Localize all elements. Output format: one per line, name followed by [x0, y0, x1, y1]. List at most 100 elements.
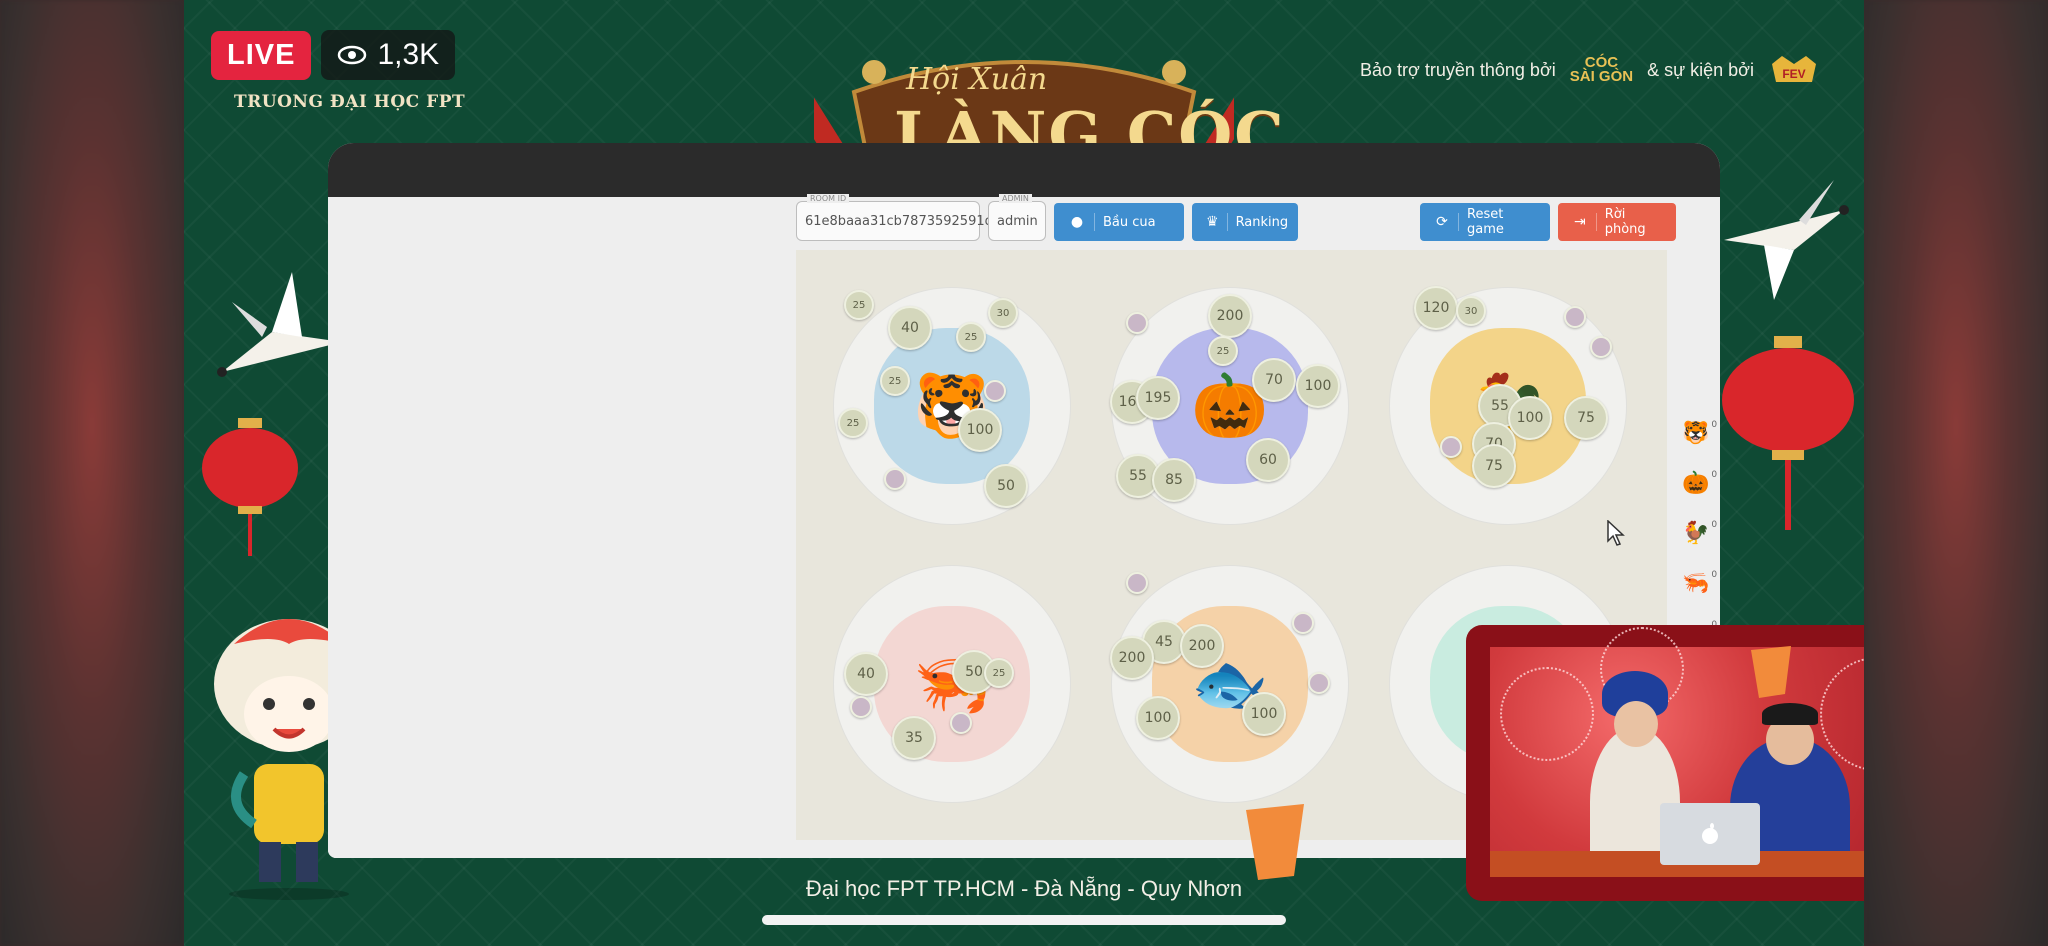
chip: 100	[1508, 396, 1552, 440]
ranking-button[interactable]: ♛ Ranking	[1192, 203, 1298, 241]
total-item-gourd: 🎃 0	[1682, 458, 1722, 508]
host-female-face	[1614, 701, 1658, 747]
right-blurred-background	[1864, 0, 2048, 946]
bau-cua-label: Bầu cua	[1103, 214, 1156, 230]
chip: 200	[1180, 624, 1224, 668]
tiger-mini-icon: 🐯	[1682, 420, 1710, 446]
chip: 25	[838, 408, 868, 438]
plate-tiger[interactable]: 🐯 25 40 30 25 25 100 25 50	[834, 288, 1070, 524]
chip: 30	[988, 298, 1018, 328]
chip: 75	[1564, 396, 1608, 440]
chip: 25	[880, 366, 910, 396]
viewer-count: 1,3K	[321, 30, 456, 80]
location-caption: Đại học FPT TP.HCM - Đà Nẵng - Quy Nhơn	[805, 876, 1243, 901]
host-male-hat	[1762, 703, 1818, 725]
sponsor-text-2: & sự kiện bởi	[1647, 59, 1754, 80]
tiger-count: 0	[1711, 420, 1718, 430]
sky-lantern-right	[1751, 646, 1791, 698]
chip: 25	[956, 322, 986, 352]
plate-fish[interactable]: 🐟 45 200 200 100 100	[1110, 566, 1348, 802]
room-id-value: 61e8baaa31cb7873592591df	[805, 213, 998, 229]
bet-totals-list: 🐯0 🎃0 🐓0 🦐0 🐟0	[1682, 408, 1722, 658]
chip: 195	[1136, 376, 1180, 420]
plate-gourd[interactable]: 🎃 200 25 160 195 70 100 60 55 85	[1110, 288, 1348, 524]
rooster-count: 0	[1711, 520, 1718, 530]
game-toolbar: ROOM ID 61e8baaa31cb7873592591df ADMIN a…	[796, 194, 1676, 241]
chip: 60	[1246, 438, 1290, 482]
lantern-right	[1722, 336, 1854, 530]
purple-chip	[1440, 436, 1462, 458]
chip: 85	[1152, 458, 1196, 502]
chip: 40	[844, 652, 888, 696]
crane-decoration-right	[1724, 180, 1849, 300]
chip: 35	[892, 716, 936, 760]
dice-icon: ●	[1068, 213, 1095, 231]
chip: 75	[1472, 444, 1516, 488]
chip: 25	[1208, 336, 1238, 366]
left-blurred-background	[0, 0, 184, 946]
chip: 200	[1208, 294, 1252, 338]
purple-chip	[1564, 306, 1586, 328]
bau-cua-button[interactable]: ● Bầu cua	[1054, 203, 1184, 241]
screen-top-bar	[328, 143, 1720, 197]
chip: 100	[1136, 696, 1180, 740]
chip: 100	[1242, 692, 1286, 736]
chip: 25	[984, 658, 1014, 688]
admin-field[interactable]: ADMIN admin	[988, 194, 1046, 241]
banner-title-line1: Hội Xuân	[906, 62, 1048, 97]
stream-stage: LIVE 1,3K TRUONG ĐẠI HỌC FPT Bảo trợ tru…	[184, 0, 1864, 946]
chip: 50	[984, 464, 1028, 508]
eye-icon	[338, 45, 367, 65]
tiger-area: 🐯	[874, 328, 1030, 484]
shrimp-mini-icon: 🦐	[1682, 570, 1710, 596]
school-name: TRUONG ĐẠI HỌC FPT	[234, 92, 466, 112]
exit-icon: ⇥	[1572, 213, 1597, 231]
purple-chip	[1126, 572, 1148, 594]
mouse-cursor-icon	[1607, 520, 1625, 546]
reset-game-label: Reset game	[1467, 207, 1504, 237]
reset-game-button[interactable]: ⟳ Reset game	[1420, 203, 1550, 241]
coc-saigon-logo: CÓC SÀI GÒN	[1569, 54, 1634, 85]
reset-icon: ⟳	[1434, 213, 1460, 231]
plate-rooster[interactable]: 🐓 120 30 55 100 75 70 75	[1390, 286, 1626, 524]
purple-chip	[950, 712, 972, 734]
chip: 120	[1414, 286, 1458, 330]
fev-logo: FEV	[1772, 56, 1816, 82]
chip: 100	[1296, 364, 1340, 408]
sponsor-bar: Bảo trợ truyền thông bởi CÓC SÀI GÒN & sự…	[1360, 54, 1820, 86]
svg-text:FEV: FEV	[1782, 67, 1805, 81]
chip: 40	[888, 306, 932, 350]
gourd-mini-icon: 🎃	[1682, 470, 1710, 496]
viewer-count-value: 1,3K	[377, 38, 440, 71]
live-badge: LIVE	[211, 30, 312, 80]
sponsor-text-1: Bảo trợ truyền thông bởi	[1360, 59, 1556, 80]
purple-chip	[984, 380, 1006, 402]
laptop	[1660, 803, 1760, 865]
purple-chip	[1590, 336, 1612, 358]
trophy-icon: ♛	[1206, 213, 1228, 231]
firework	[1500, 667, 1594, 761]
plate-shrimp[interactable]: 🦐 40 50 25 35	[834, 566, 1070, 802]
live-indicator: LIVE 1,3K	[211, 28, 456, 82]
chip: 200	[1110, 636, 1154, 680]
chip: 25	[844, 290, 874, 320]
chip: 30	[1456, 296, 1486, 326]
room-id-field[interactable]: ROOM ID 61e8baaa31cb7873592591df	[796, 194, 997, 241]
room-id-label: ROOM ID	[807, 194, 850, 203]
purple-chip	[884, 468, 906, 490]
purple-chip	[1308, 672, 1330, 694]
purple-chip	[850, 696, 872, 718]
sky-lantern-left	[1246, 804, 1304, 880]
admin-label: ADMIN	[999, 194, 1032, 203]
total-item-tiger: 🐯 0	[1682, 408, 1722, 458]
home-indicator[interactable]	[762, 915, 1286, 925]
chip: 70	[1252, 358, 1296, 402]
purple-chip	[1126, 312, 1148, 334]
ranking-label: Ranking	[1235, 214, 1289, 230]
purple-chip	[1292, 612, 1314, 634]
chip: 100	[958, 408, 1002, 452]
host-camera-overlay	[1466, 625, 1864, 901]
leave-room-button[interactable]: ⇥ Rời phòng	[1558, 203, 1676, 241]
shrimp-count: 0	[1711, 570, 1718, 580]
admin-value: admin	[997, 213, 1038, 229]
